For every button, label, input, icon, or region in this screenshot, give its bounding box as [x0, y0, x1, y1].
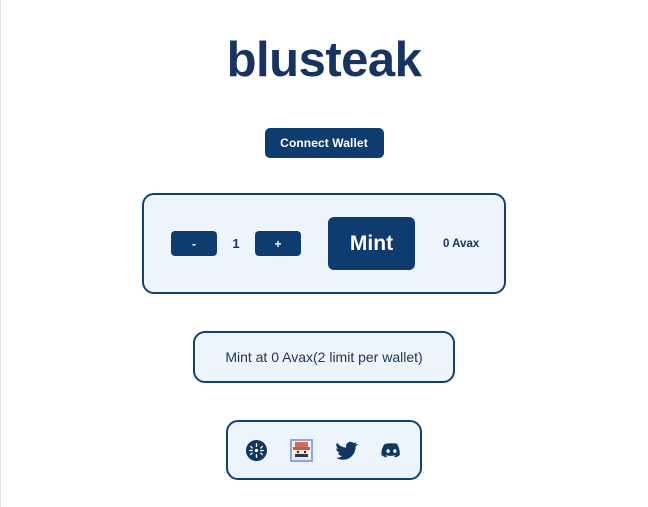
quantity-increment-button[interactable]: + [255, 231, 301, 256]
twitter-icon[interactable] [335, 438, 359, 462]
mint-page: blusteak Connect Wallet - 1 + Mint 0 Ava… [0, 0, 648, 507]
mint-panel: - 1 + Mint 0 Avax [142, 193, 506, 294]
nft-collection-icon[interactable] [290, 438, 314, 462]
discord-icon[interactable] [380, 438, 404, 462]
connect-wallet-section: Connect Wallet [264, 128, 384, 158]
connect-wallet-button[interactable]: Connect Wallet [264, 128, 384, 158]
mint-info-card: Mint at 0 Avax(2 limit per wallet) [193, 331, 455, 383]
quantity-stepper: - 1 + [171, 231, 301, 256]
nft-thumbnail-art [290, 438, 313, 462]
quantity-decrement-button[interactable]: - [171, 231, 217, 256]
page-title: blusteak [226, 33, 422, 87]
quantity-value: 1 [232, 236, 240, 251]
mint-button[interactable]: Mint [328, 217, 415, 270]
mint-info-text: Mint at 0 Avax(2 limit per wallet) [225, 349, 423, 365]
mint-price-label: 0 Avax [443, 237, 480, 250]
page-left-edge [0, 0, 1, 507]
social-links-card [226, 420, 422, 480]
snowtrace-icon[interactable] [245, 438, 269, 462]
